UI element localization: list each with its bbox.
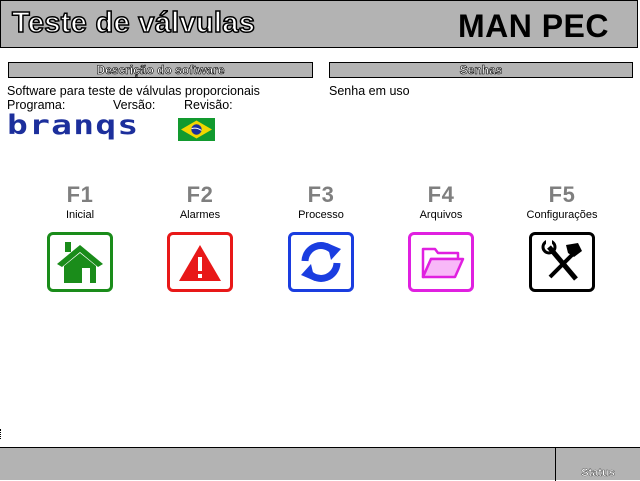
home-icon (57, 242, 103, 283)
fkey-f4-label: Arquivos (419, 209, 463, 221)
arquivos-button[interactable] (408, 232, 474, 292)
status-label: Status (581, 467, 615, 479)
fkey-f2-key: F2 (186, 182, 214, 207)
alarmes-button[interactable] (167, 232, 233, 292)
description-heading: Descrição do software (8, 62, 313, 78)
fkey-f1: F1 Inicial (30, 184, 130, 292)
brazil-flag-icon (178, 118, 215, 141)
fkey-f5-key: F5 (548, 182, 576, 207)
fkey-f1-key: F1 (66, 182, 94, 207)
fkey-f4-key: F4 (427, 182, 455, 207)
page-title: Teste de válvulas (11, 6, 256, 40)
processo-button[interactable] (288, 232, 354, 292)
fkey-f5-label: Configurações (526, 209, 598, 221)
folder-icon (421, 247, 465, 279)
senhas-heading: Senhas (329, 62, 633, 78)
title-bar: Teste de válvulas MAN PEC (0, 0, 638, 48)
footer-bar: Status (0, 447, 640, 481)
refresh-icon (301, 242, 341, 282)
edge-marker (0, 429, 3, 439)
status-button[interactable]: Status (556, 448, 640, 481)
revisao-label: Revisão: (184, 98, 233, 112)
fkey-f1-label: Inicial (65, 209, 95, 221)
fkey-f3-label: Processo (298, 209, 344, 221)
inicial-button[interactable] (47, 232, 113, 292)
configuracoes-button[interactable] (529, 232, 595, 292)
warning-icon (179, 245, 221, 281)
fkey-f4: F4 Arquivos (391, 184, 491, 292)
senha-status: Senha em uso (329, 84, 410, 98)
fkey-f5: F5 Configurações (512, 184, 612, 292)
tools-icon (541, 239, 582, 281)
fkey-f3: F3 Processo (271, 184, 371, 292)
branqs-logo: branqs (7, 110, 140, 141)
software-description: Software para teste de válvulas proporci… (7, 84, 260, 98)
brand-name: MAN PEC (457, 8, 609, 44)
fkey-f2-label: Alarmes (179, 209, 221, 221)
fkey-f3-key: F3 (307, 182, 335, 207)
fkey-f2: F2 Alarmes (150, 184, 250, 292)
